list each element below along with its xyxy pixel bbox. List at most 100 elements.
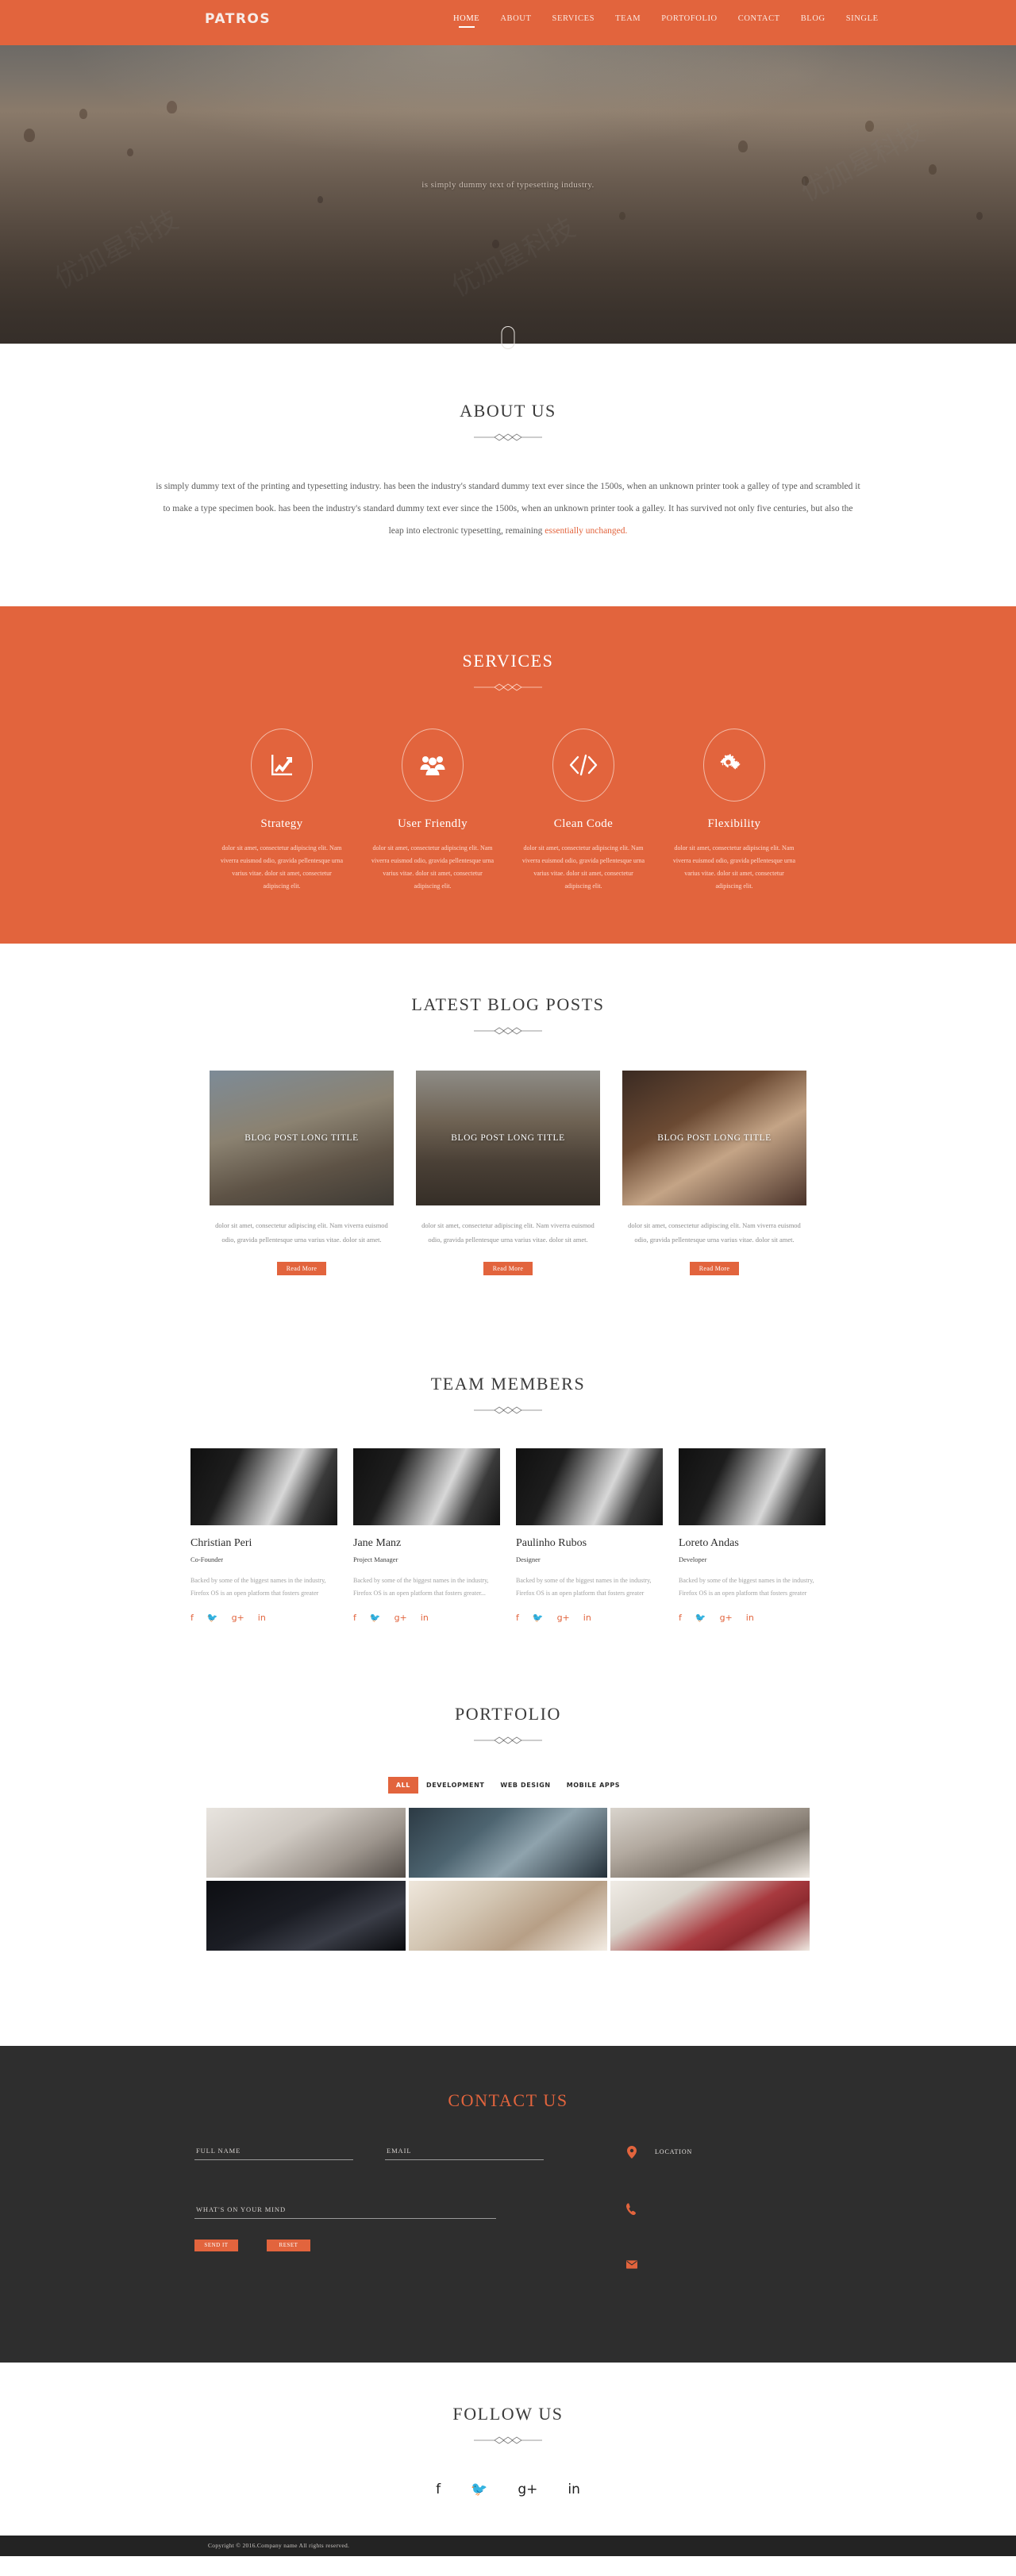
linkedin-icon[interactable]: in	[568, 2482, 580, 2497]
balloon-icon	[127, 148, 133, 156]
linkedin-icon[interactable]: in	[746, 1613, 754, 1623]
service-card-strategy[interactable]: Strategy dolor sit amet, consectetur adi…	[206, 728, 357, 893]
portfolio-filter-mobile-apps[interactable]: MOBILE APPS	[559, 1777, 628, 1794]
member-name: Jane Manz	[353, 1536, 402, 1549]
message-input[interactable]	[194, 2201, 496, 2219]
section-divider-ornament	[472, 2436, 544, 2445]
portfolio-item[interactable]	[610, 1880, 810, 1951]
nav-item-blog[interactable]: BLOG	[791, 14, 836, 28]
portfolio-item[interactable]	[206, 1880, 406, 1951]
service-card-flexibility[interactable]: Flexibility dolor sit amet, consectetur …	[659, 728, 810, 893]
send-it-button[interactable]: SEND IT	[194, 2239, 238, 2251]
google-plus-icon[interactable]: g+	[232, 1613, 244, 1623]
scroll-down-indicator-icon[interactable]	[501, 326, 515, 349]
portfolio-item[interactable]	[610, 1807, 810, 1878]
nav-item-contact[interactable]: CONTACT	[728, 14, 791, 28]
linkedin-icon[interactable]: in	[583, 1613, 591, 1623]
member-bio: Backed by some of the biggest names in t…	[516, 1576, 652, 1597]
nav-item-portofolio[interactable]: PORTOFOLIO	[651, 14, 728, 28]
team-section: TEAM MEMBERS Christian Peri Co-Founder B…	[0, 1327, 1016, 1659]
full-name-input[interactable]	[194, 2142, 353, 2160]
member-role: Designer	[516, 1555, 541, 1563]
twitter-icon[interactable]: 🐦	[370, 1613, 381, 1623]
blog-post-excerpt: dolor sit amet, consectetur adipiscing e…	[215, 1221, 388, 1244]
portfolio-item[interactable]	[408, 1807, 608, 1878]
nav-item-about[interactable]: ABOUT	[490, 14, 541, 28]
blog-thumbnail[interactable]: BLOG POST LONG TITLE	[210, 1070, 394, 1205]
portfolio-filter-bar: ALL DEVELOPMENT WEB DESIGN MOBILE APPS	[0, 1776, 1016, 1794]
reset-button[interactable]: RESET	[267, 2239, 310, 2251]
facebook-icon[interactable]: f	[516, 1613, 519, 1623]
twitter-icon[interactable]: 🐦	[207, 1613, 218, 1623]
contact-info-email	[626, 2260, 692, 2269]
code-brackets-icon	[569, 754, 598, 775]
portfolio-item[interactable]	[408, 1880, 608, 1951]
section-divider-ornament	[472, 433, 544, 442]
member-name: Loreto Andas	[679, 1536, 739, 1549]
service-icon-circle	[251, 728, 313, 802]
nav-item-team[interactable]: TEAM	[605, 14, 651, 28]
read-more-button[interactable]: Read More	[690, 1261, 739, 1275]
facebook-icon[interactable]: f	[353, 1613, 356, 1623]
portfolio-filter-all[interactable]: ALL	[387, 1776, 418, 1794]
hero-banner: is simply dummy text of typesetting indu…	[0, 45, 1016, 344]
read-more-button[interactable]: Read More	[483, 1261, 533, 1275]
blog-thumbnail[interactable]: BLOG POST LONG TITLE	[622, 1070, 806, 1205]
portfolio-filter-web-design[interactable]: WEB DESIGN	[492, 1777, 558, 1794]
google-plus-icon[interactable]: g+	[394, 1613, 407, 1623]
member-name: Paulinho Rubos	[516, 1536, 587, 1549]
hero-tagline: is simply dummy text of typesetting indu…	[421, 180, 595, 190]
facebook-icon[interactable]: f	[190, 1613, 194, 1623]
balloon-icon	[929, 164, 937, 175]
google-plus-icon[interactable]: g+	[720, 1613, 733, 1623]
email-input[interactable]	[385, 2142, 544, 2160]
nav-item-single[interactable]: SINGLE	[836, 14, 889, 28]
balloon-icon	[318, 196, 323, 203]
member-social-links: f 🐦 g+ in	[679, 1613, 826, 1623]
linkedin-icon[interactable]: in	[421, 1613, 429, 1623]
facebook-icon[interactable]: f	[436, 2482, 441, 2497]
email-field	[385, 2142, 544, 2160]
facebook-icon[interactable]: f	[679, 1613, 682, 1623]
nav-item-services[interactable]: SERVICES	[542, 14, 606, 28]
member-social-links: f 🐦 g+ in	[516, 1613, 663, 1623]
member-bio: Backed by some of the biggest names in t…	[679, 1576, 814, 1597]
contact-section: CONTACT US SEND IT RESET	[0, 2045, 1016, 2363]
blog-post-title: BLOG POST LONG TITLE	[657, 1132, 772, 1143]
nav-item-home[interactable]: HOME	[443, 14, 490, 28]
blog-post-excerpt: dolor sit amet, consectetur adipiscing e…	[421, 1221, 595, 1244]
member-social-links: f 🐦 g+ in	[190, 1613, 337, 1623]
member-avatar	[353, 1448, 500, 1525]
portfolio-filter-development[interactable]: DEVELOPMENT	[418, 1777, 492, 1794]
service-name: Clean Code	[553, 817, 614, 830]
member-bio: Backed by some of the biggest names in t…	[353, 1576, 489, 1597]
contact-form-actions: SEND IT RESET	[194, 2239, 575, 2251]
chart-growth-icon	[271, 754, 292, 775]
full-name-field	[194, 2142, 353, 2160]
twitter-icon[interactable]: 🐦	[695, 1613, 706, 1623]
service-icon-circle	[703, 728, 765, 802]
about-body-text: is simply dummy text of the printing and…	[156, 482, 860, 536]
member-role: Project Manager	[353, 1555, 398, 1563]
balloon-icon	[167, 101, 177, 113]
twitter-icon[interactable]: 🐦	[471, 2482, 487, 2497]
service-icon-circle	[402, 728, 464, 802]
google-plus-icon[interactable]: g+	[518, 2482, 537, 2497]
blog-thumbnail[interactable]: BLOG POST LONG TITLE	[416, 1070, 600, 1205]
section-divider-ornament	[472, 1736, 544, 1745]
blog-post-excerpt: dolor sit amet, consectetur adipiscing e…	[628, 1221, 801, 1244]
services-section: SERVICES Strategy dolor sit amet, consec…	[0, 606, 1016, 944]
portfolio-item[interactable]	[206, 1807, 406, 1878]
member-social-links: f 🐦 g+ in	[353, 1613, 500, 1623]
portfolio-section: PORTFOLIO ALL DEVELOPMENT WEB DESIGN MOB…	[0, 1659, 1016, 2046]
twitter-icon[interactable]: 🐦	[533, 1613, 544, 1623]
google-plus-icon[interactable]: g+	[557, 1613, 570, 1623]
service-card-user-friendly[interactable]: User Friendly dolor sit amet, consectetu…	[357, 728, 508, 893]
service-card-clean-code[interactable]: Clean Code dolor sit amet, consectetur a…	[508, 728, 659, 893]
balloon-icon	[865, 121, 874, 132]
brand-logo[interactable]: PATROS	[205, 11, 271, 27]
member-name: Christian Peri	[190, 1536, 252, 1549]
team-member-card: Christian Peri Co-Founder Backed by some…	[190, 1448, 337, 1623]
read-more-button[interactable]: Read More	[277, 1261, 326, 1275]
linkedin-icon[interactable]: in	[258, 1613, 266, 1623]
